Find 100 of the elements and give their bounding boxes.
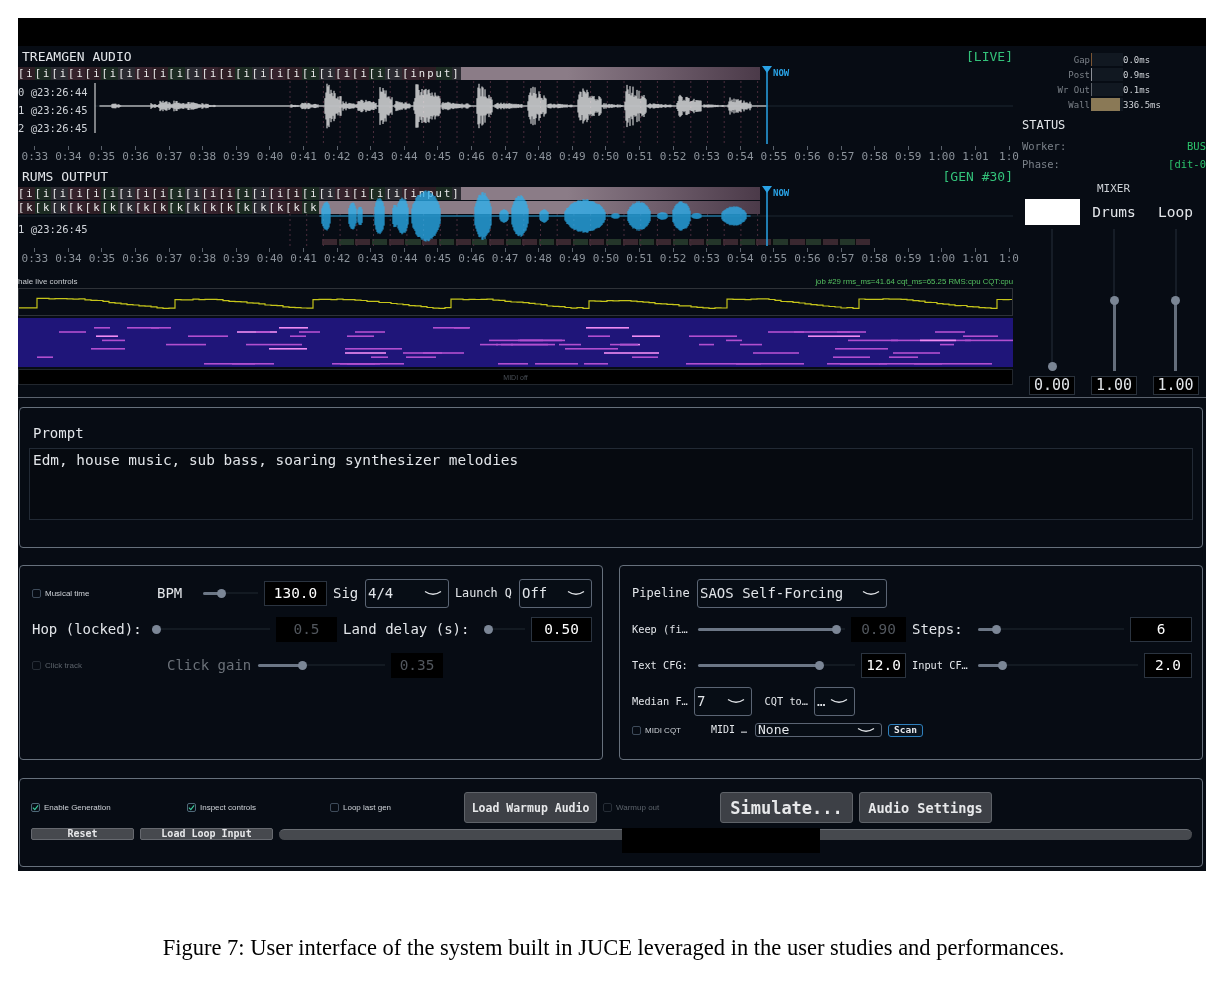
slider-thumb[interactable] [831,624,841,634]
channel-name: Loop [1158,203,1193,222]
status-label: Worker: [1022,139,1067,154]
status-label: Phase: [1022,157,1060,172]
status-tag: [LIVE] [966,48,1013,64]
chevron-down-icon [567,589,585,597]
time-label: 0:50 [592,150,620,163]
fader-track[interactable] [1109,229,1119,371]
time-label: 0:37 [155,252,183,265]
section-title: hale live controls [18,277,78,286]
checkbox[interactable] [31,803,40,812]
fader-thumb[interactable] [1109,295,1119,305]
checkbox[interactable] [632,725,641,735]
slider-track[interactable] [152,624,270,634]
playhead-marker[interactable] [762,66,772,144]
slider-label: Keep (fi… [632,622,688,637]
slider-track[interactable] [484,624,525,634]
dropdown[interactable]: Off [519,578,592,608]
value-field[interactable]: 1.00 [1091,376,1137,395]
slider-label: BPM [157,585,183,601]
button[interactable]: Load Loop Input [140,828,273,840]
button[interactable]: Simulate... [720,792,853,823]
timing-value: 0.1ms [1123,84,1151,95]
row-label: 1 @23:26:45 [18,222,88,237]
fader-thumb[interactable] [1047,362,1057,371]
time-label: 0:56 [794,252,821,265]
dropdown[interactable]: … [814,686,855,716]
slider-thumb[interactable] [997,660,1007,670]
time-label: 0:40 [256,252,284,265]
time-label: 0:38 [189,150,216,163]
timing-label: Post [1068,69,1090,80]
time-label: 0:58 [861,252,888,265]
dropdown-label: Launch Q [455,585,512,601]
checkbox[interactable] [32,588,41,598]
fader-thumb[interactable] [1171,295,1180,305]
dropdown[interactable]: 4/4 [365,578,449,608]
time-label: 0:55 [760,252,788,265]
time-label: 0:35 [88,252,116,265]
value-field[interactable]: 6 [1130,616,1192,642]
timing-label: Gap [1073,54,1090,65]
checkbox[interactable] [330,803,339,812]
time-label: 1:00 [928,150,956,163]
time-label: 0:45 [424,252,452,265]
fader-track[interactable] [1047,229,1057,371]
fader-track[interactable] [1170,229,1181,371]
slider-label: Land delay (s): [343,621,470,637]
checkbox-label: Inspect controls [200,803,257,812]
value-field[interactable]: 1.00 [1152,376,1199,395]
dropdown-label: Median F… [632,694,688,709]
value-field[interactable]: 0.50 [531,616,592,642]
button[interactable]: Scan [888,723,923,737]
checkbox-label: Enable Generation [44,803,111,812]
slider-label: Hop (locked): [32,621,142,637]
value-field[interactable]: 0.00 [1029,376,1075,395]
slider-track[interactable] [258,660,385,670]
slider-thumb[interactable] [152,624,161,634]
dropdown-label: CQT to… [764,694,808,709]
section-title: MIXER [1096,183,1131,195]
time-label: 0:58 [861,150,888,163]
time-label: 0:41 [290,150,317,163]
slider-thumb[interactable] [814,660,824,670]
dropdown-label: MIDI … [711,723,748,737]
button[interactable]: Reset [31,828,134,840]
checkbox[interactable] [187,803,196,812]
time-label: 0:54 [727,150,754,163]
time-label: 0:33 [21,252,49,265]
row-label: 1 @23:26:45 [18,103,88,118]
status-tag: [GEN #30] [942,168,1013,184]
button[interactable]: Load Warmup Audio [464,792,597,823]
time-label: 0:56 [794,150,821,163]
slider-thumb[interactable] [217,588,227,598]
slider-track[interactable] [978,660,1138,670]
checkbox-label: Click track [45,660,82,670]
time-label: 0:59 [895,150,922,163]
time-label: 0:45 [424,150,452,163]
dropdown[interactable]: 7 [694,686,752,716]
segment-labels: [i[i[i[i[i[i[i[i[i[i[i[i[i[i[i[i[i[i[i[i[i[i[i[input] [18,67,461,80]
time-label: 0:42 [323,150,351,163]
time-label: 0:54 [727,252,754,265]
time-label: 0:47 [491,150,519,163]
dropdown-label: Sig [333,585,359,601]
slider-thumb[interactable] [991,624,1001,634]
checkbox-label: MIDI CQT [645,725,681,735]
time-label: 0:46 [458,150,485,163]
track-title: RUMS OUTPUT [22,168,109,184]
value-field[interactable]: 130.0 [264,580,327,606]
slider-track[interactable] [698,624,845,634]
dropdown[interactable]: SAOS Self-Forcing [697,578,887,608]
slider-thumb[interactable] [484,624,493,634]
prompt-field[interactable]: Edm, house music, sub bass, soaring synthesizer melodies [29,448,1193,520]
slider-label: Click gain [167,657,252,673]
slider-track[interactable] [203,588,258,598]
time-label: 0:47 [491,252,519,265]
dropdown[interactable]: None [755,723,882,737]
button[interactable]: Audio Settings [859,792,992,823]
value-field[interactable]: 2.0 [1144,652,1192,678]
slider-track[interactable] [978,624,1124,634]
playhead-marker[interactable] [762,186,772,246]
value-field[interactable]: 12.0 [861,652,906,678]
slider-track[interactable] [698,660,855,670]
